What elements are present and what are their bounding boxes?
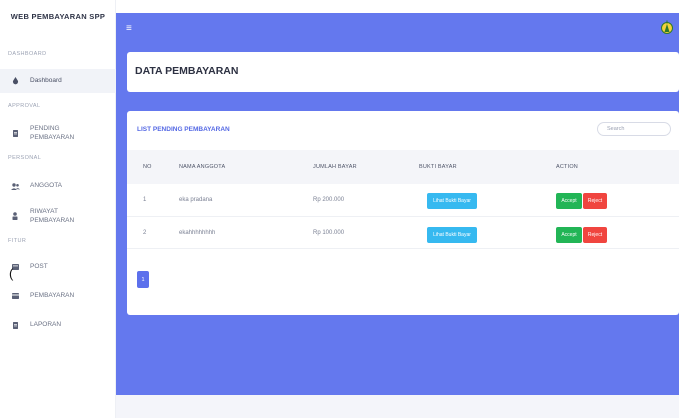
row-1-nama: eka pradana: [179, 197, 213, 203]
sidebar-item-label: Dashboard: [30, 77, 62, 85]
menu-toggle-icon[interactable]: ≡: [126, 23, 132, 34]
column-header-bukti: BUKTI BAYAR: [419, 164, 457, 170]
reject-button[interactable]: Reject: [583, 227, 607, 243]
section-label-dashboard: DASHBOARD: [8, 51, 47, 57]
sidebar-item-anggota[interactable]: ANGGOTA: [0, 178, 116, 194]
row-divider: [127, 248, 679, 249]
card-title: LIST PENDING PEMBAYARAN: [137, 126, 230, 133]
sidebar-item-pending-pembayaran[interactable]: PENDING PEMBAYARAN: [0, 117, 116, 149]
user-avatar-icon[interactable]: [661, 20, 673, 36]
sidebar-item-label: PENDING PEMBAYARAN: [30, 124, 75, 141]
sidebar-item-dashboard[interactable]: Dashboard: [0, 69, 116, 93]
sidebar: WEB PEMBAYARAN SPP DASHBOARD Dashboard A…: [0, 0, 116, 418]
brand-title[interactable]: WEB PEMBAYARAN SPP: [0, 12, 116, 21]
section-label-approval: APPROVAL: [8, 103, 41, 109]
section-label-personal: PERSONAL: [8, 155, 42, 161]
column-header-jumlah: JUMLAH BAYAR: [313, 164, 357, 170]
search-input[interactable]: [597, 122, 671, 136]
dashboard-icon: [0, 77, 30, 85]
report-icon: [0, 321, 30, 329]
row-1-no: 1: [143, 197, 147, 203]
sidebar-item-label: ANGGOTA: [30, 182, 63, 190]
accept-button[interactable]: Accept: [556, 193, 582, 209]
sidebar-item-label: POST: [30, 263, 48, 271]
row-2-jumlah: Rp 100.000: [313, 230, 345, 236]
topbar: ≡: [116, 13, 679, 52]
row-1-jumlah: Rp 200.000: [313, 197, 345, 203]
sidebar-item-label: PEMBAYARAN: [30, 292, 75, 300]
section-label-fitur: FITUR: [8, 238, 27, 244]
sidebar-item-pembayaran[interactable]: PEMBAYARAN: [0, 288, 116, 304]
page-title: DATA PEMBAYARAN: [135, 65, 239, 77]
sidebar-item-label: LAPORAN: [30, 321, 62, 329]
column-header-no: NO: [143, 164, 152, 170]
post-icon: [0, 264, 30, 270]
row-2-nama: ekahhhhhhhh: [179, 230, 216, 236]
stray-character: (: [9, 266, 14, 281]
payment-icon: [0, 293, 30, 299]
view-proof-button[interactable]: Lihat Bukti Bayar: [427, 193, 477, 209]
row-2-no: 2: [143, 230, 147, 236]
reject-button[interactable]: Reject: [583, 193, 607, 209]
table-header: NO NAMA ANGGOTA JUMLAH BAYAR BUKTI BAYAR…: [127, 150, 679, 184]
accept-button[interactable]: Accept: [556, 227, 582, 243]
view-proof-button[interactable]: Lihat Bukti Bayar: [427, 227, 477, 243]
footer-area: [116, 395, 679, 418]
column-header-action: ACTION: [556, 164, 578, 170]
page-header-card: DATA PEMBAYARAN: [127, 52, 679, 92]
sidebar-item-post[interactable]: POST: [0, 259, 116, 275]
users-icon: [0, 182, 30, 190]
sidebar-item-label: RIWAYAT PEMBAYARAN: [30, 207, 75, 224]
column-header-nama: NAMA ANGGOTA: [179, 164, 226, 170]
pending-payment-card: LIST PENDING PEMBAYARAN NO NAMA ANGGOTA …: [127, 111, 679, 315]
pagination-page-1[interactable]: 1: [137, 271, 149, 288]
document-icon: [0, 129, 30, 137]
sidebar-item-riwayat-pembayaran[interactable]: RIWAYAT PEMBAYARAN: [0, 201, 116, 231]
sidebar-item-laporan[interactable]: LAPORAN: [0, 317, 116, 333]
user-history-icon: [0, 212, 30, 220]
row-divider: [127, 216, 679, 217]
